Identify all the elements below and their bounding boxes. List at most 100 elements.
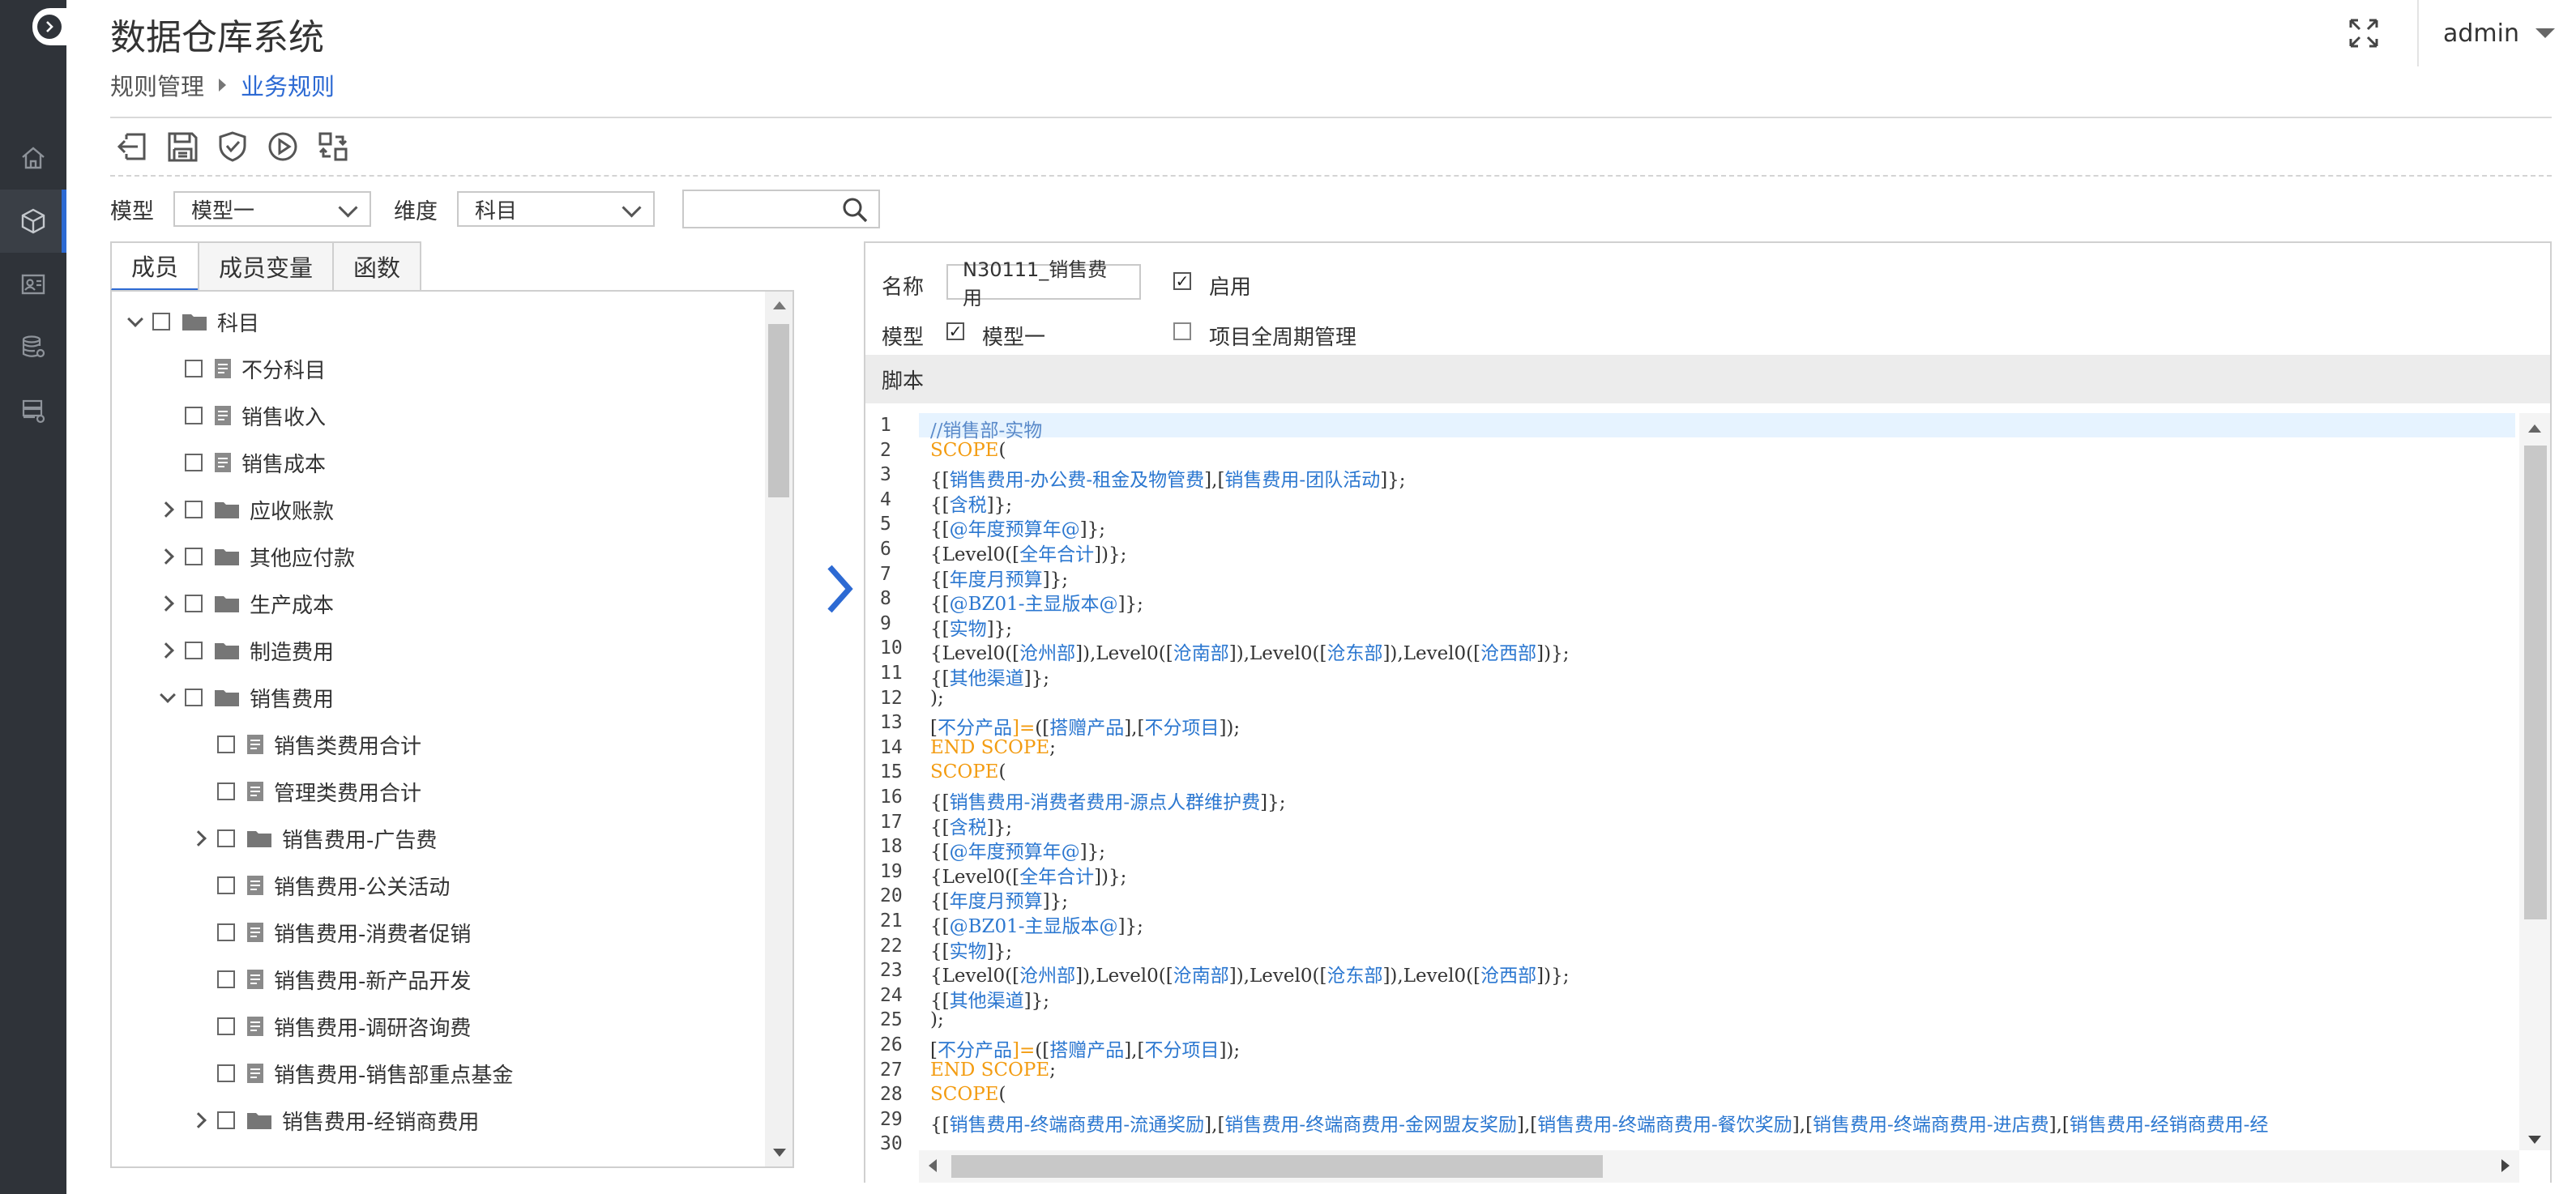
tree-leaf-node[interactable]: 销售费用-公关活动 [191, 862, 450, 909]
scroll-right-icon[interactable] [2501, 1159, 2510, 1172]
tree-folder-node[interactable]: 销售费用-广告费 [190, 815, 437, 862]
full-cycle-checkbox[interactable] [1173, 322, 1191, 340]
tree-checkbox[interactable] [185, 642, 203, 659]
chevron-right-icon[interactable] [158, 595, 177, 612]
tree-checkbox[interactable] [217, 970, 235, 988]
tree-folder-node[interactable]: 其他应付款 [158, 533, 355, 580]
tree-folder-node[interactable]: 制造费用 [158, 627, 334, 674]
chevron-right-icon[interactable] [158, 548, 177, 565]
code-line[interactable]: [不分产品]=([搭赠产品],[不分项目]); [930, 1034, 1240, 1062]
tree-checkbox[interactable] [185, 360, 203, 377]
sidebar-item-database[interactable] [0, 316, 66, 379]
scroll-down-icon[interactable] [773, 1149, 786, 1157]
code-line[interactable]: {[其他渠道]}; [930, 663, 1049, 690]
code-line[interactable]: {Level0([全年合计])}; [930, 861, 1126, 889]
code-line[interactable]: SCOPE( [930, 1084, 1006, 1105]
chevron-right-icon[interactable] [190, 829, 209, 847]
tree-checkbox[interactable] [185, 595, 203, 612]
code-line[interactable]: {[含税]}; [930, 812, 1012, 839]
model-select[interactable]: 模型一 [173, 191, 371, 227]
chevron-down-icon[interactable] [159, 687, 177, 706]
code-line[interactable]: END SCOPE; [930, 1060, 1056, 1081]
tree-folder-node[interactable]: 科目 [126, 298, 259, 345]
tree-checkbox[interactable] [185, 501, 203, 518]
code-line[interactable]: ); [930, 1009, 944, 1030]
exit-button[interactable] [113, 128, 151, 165]
tree-leaf-node[interactable]: 管理类费用合计 [191, 768, 421, 815]
chevron-right-icon[interactable] [158, 501, 177, 518]
search-icon[interactable] [841, 196, 869, 229]
search-input[interactable] [690, 193, 831, 227]
scroll-down-icon[interactable] [2528, 1136, 2541, 1144]
tree-folder-node[interactable]: 销售费用-经销商费用 [190, 1097, 479, 1144]
sidebar-toggle-button[interactable] [32, 8, 66, 45]
dimension-select[interactable]: 科目 [457, 191, 655, 227]
code-line[interactable]: {[销售费用-终端商费用-流通奖励],[销售费用-终端商费用-金网盟友奖励],[… [930, 1109, 2268, 1136]
sidebar-item-model[interactable] [0, 190, 66, 253]
sidebar-item-server[interactable] [0, 379, 66, 442]
chevron-down-icon[interactable] [126, 311, 144, 330]
code-line[interactable]: {[年度月预算]}; [930, 885, 1068, 913]
tree-checkbox[interactable] [185, 548, 203, 565]
tree-leaf-node[interactable]: 销售费用-新产品开发 [191, 956, 471, 1003]
save-button[interactable] [164, 128, 201, 165]
tree-folder-node[interactable]: 销售费用 [159, 674, 334, 721]
code-line[interactable]: ); [930, 688, 944, 709]
tab-members[interactable]: 成员 [110, 241, 200, 292]
tree-leaf-node[interactable]: 销售费用-调研咨询费 [191, 1003, 471, 1050]
code-line[interactable]: END SCOPE; [930, 737, 1056, 758]
sidebar-item-profile[interactable] [0, 253, 66, 316]
scroll-up-icon[interactable] [773, 301, 786, 309]
code-line[interactable]: [不分产品]=([搭赠产品],[不分项目]); [930, 712, 1240, 740]
tree-leaf-node[interactable]: 销售收入 [159, 392, 326, 439]
tree-leaf-node[interactable]: 销售成本 [159, 439, 326, 486]
code-line[interactable]: {[其他渠道]}; [930, 985, 1049, 1013]
script-editor[interactable]: 1 2 3 4 5 6 7 8 9 10 11 12 13 14 15 16 17 18 19 20 21 22 23 24 2… [865, 413, 2550, 1183]
tree-checkbox[interactable] [217, 1064, 235, 1082]
code-line[interactable]: {[年度月预算]}; [930, 564, 1068, 591]
tree-leaf-node[interactable]: 销售费用-消费者促销 [191, 909, 471, 956]
tree-checkbox[interactable] [185, 689, 203, 706]
sidebar-item-home[interactable] [0, 126, 66, 190]
chevron-right-icon[interactable] [158, 642, 177, 659]
code-line[interactable]: {Level0([全年合计])}; [930, 539, 1126, 566]
chevron-right-icon[interactable] [190, 1111, 209, 1129]
fullscreen-icon[interactable] [2346, 15, 2382, 51]
scrollbar-thumb[interactable] [768, 324, 789, 497]
rule-name-field[interactable]: N30111_销售费用 [946, 258, 1141, 309]
code-line[interactable]: {Level0([沧州部]),Level0([沧南部]),Level0([沧东部… [930, 638, 1569, 665]
tree-folder-node[interactable]: 生产成本 [158, 580, 334, 627]
code-line[interactable]: {[@BZ01-主显版本@]}; [930, 588, 1143, 616]
editor-horizontal-scrollbar[interactable] [919, 1150, 2519, 1183]
scroll-left-icon[interactable] [929, 1159, 937, 1172]
user-menu[interactable]: admin [2443, 19, 2555, 48]
tree-checkbox[interactable] [217, 876, 235, 894]
tree-checkbox[interactable] [217, 1017, 235, 1035]
tree-checkbox[interactable] [217, 829, 235, 847]
insert-member-button[interactable] [822, 561, 857, 617]
tab-member-variables[interactable]: 成员变量 [198, 241, 335, 290]
code-line[interactable]: {[销售费用-消费者费用-源点人群维护费]}; [930, 787, 1286, 814]
code-line[interactable]: {Level0([沧州部]),Level0([沧南部]),Level0([沧东部… [930, 960, 1569, 987]
code-line[interactable]: {[@年度预算年@]}; [930, 514, 1105, 541]
code-line[interactable]: SCOPE( [930, 440, 1006, 461]
code-line[interactable]: SCOPE( [930, 761, 1006, 782]
tree-leaf-node[interactable]: 销售类费用合计 [191, 721, 421, 768]
code-line[interactable]: {[@年度预算年@]}; [930, 836, 1105, 864]
model-one-checkbox[interactable]: ✓ [946, 322, 964, 340]
tree-leaf-node[interactable]: 销售费用-销售部重点基金 [191, 1050, 513, 1097]
editor-vertical-scrollbar[interactable] [2519, 413, 2550, 1150]
tree-checkbox[interactable] [185, 407, 203, 424]
breadcrumb-parent[interactable]: 规则管理 [110, 68, 204, 102]
enabled-checkbox[interactable]: ✓ [1173, 272, 1191, 290]
tree-leaf-node[interactable]: 不分科目 [159, 345, 326, 392]
code-line[interactable]: {[实物]}; [930, 613, 1012, 641]
tree-checkbox[interactable] [152, 313, 170, 330]
scroll-up-icon[interactable] [2528, 424, 2541, 433]
tree-folder-node[interactable]: 应收账款 [158, 486, 334, 533]
code-line[interactable]: {[含税]}; [930, 489, 1012, 517]
code-line[interactable]: //销售部-实物 [930, 415, 1042, 442]
tree-scrollbar[interactable] [765, 292, 792, 1166]
tree-checkbox[interactable] [185, 454, 203, 471]
tree-checkbox[interactable] [217, 923, 235, 941]
